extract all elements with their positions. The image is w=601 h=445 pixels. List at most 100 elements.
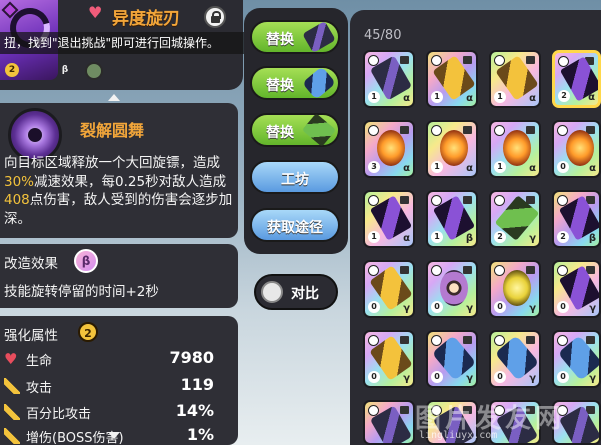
lock-icon — [400, 56, 409, 64]
slot-level: 1 — [494, 161, 506, 173]
element-type-icon — [431, 125, 442, 136]
action-column: 替换 替换 替换 工坊 获取途径 — [244, 8, 348, 254]
weapon-icon — [566, 130, 594, 166]
lock-icon — [526, 336, 535, 344]
slot-tier: γ — [466, 373, 473, 384]
slot-level: 0 — [431, 371, 443, 383]
inventory-slot[interactable]: 3α — [363, 120, 415, 178]
skill-desc-part: 点伤害，敌人受到的伤害会逐步加深。 — [4, 192, 233, 227]
element-type-icon — [431, 265, 442, 276]
obtain-label: 获取途径 — [267, 220, 323, 236]
inventory-slot[interactable]: 0γ — [489, 260, 541, 318]
slot-tier: γ — [466, 303, 473, 314]
slot-level: 1 — [494, 91, 506, 103]
modification-description: 技能旋转停留的时间+2秒 — [4, 284, 159, 300]
stat-row-hp: ♥ 生命 7980 — [4, 348, 214, 369]
slot-tier: α — [466, 93, 473, 104]
caret-up-icon — [108, 94, 120, 101]
inventory-slot[interactable]: 1α — [426, 120, 478, 178]
slot-level: 3 — [368, 161, 380, 173]
skill-description: 向目标区域释放一个大回旋镖，造成 30%减速效果，每0.25秒对敌人造成408点伤… — [4, 154, 236, 228]
weapon-title: 异度旋刃 — [112, 9, 180, 29]
slot-level: 0 — [557, 161, 569, 173]
lock-icon — [526, 266, 535, 274]
replace-label: 替换 — [266, 32, 294, 48]
replace-label: 替换 — [266, 78, 294, 94]
element-type-icon — [494, 125, 505, 136]
slot-tier: α — [529, 163, 536, 174]
inventory-slot[interactable]: 2β — [552, 190, 601, 248]
inventory-slot[interactable]: 1α — [489, 50, 541, 108]
lock-icon — [526, 56, 535, 64]
compare-toggle[interactable]: 对比 — [254, 274, 338, 310]
slot-level: 0 — [368, 301, 380, 313]
replace-button-3[interactable]: 替换 — [250, 113, 340, 147]
slot-level: 2 — [557, 231, 569, 243]
element-type-icon — [494, 195, 505, 206]
slot-level: 2 — [494, 231, 506, 243]
lock-icon — [586, 336, 595, 344]
skill-slow-value: 30% — [4, 173, 35, 190]
inventory-slot[interactable]: 0γ — [552, 330, 601, 388]
inventory-slot[interactable]: 2α — [552, 50, 601, 108]
weapon-icon — [301, 66, 337, 100]
stats-level-badge: 2 — [78, 322, 98, 342]
inventory-slot[interactable]: 0γ — [489, 330, 541, 388]
inventory-slot[interactable]: 0γ — [426, 260, 478, 318]
stat-row-attack-percent: 百分比攻击 14% — [4, 401, 214, 422]
replace-label: 替换 — [266, 125, 294, 141]
inventory-slot[interactable]: 0γ — [363, 330, 415, 388]
lock-button[interactable] — [204, 6, 226, 28]
skill-desc-part: 减速效果，每0.25秒对敌人造成 — [34, 173, 227, 190]
lock-icon — [463, 56, 472, 64]
replace-button-2[interactable]: 替换 — [250, 66, 340, 100]
slot-level: 0 — [557, 301, 569, 313]
workshop-button[interactable]: 工坊 — [250, 160, 340, 194]
element-type-icon — [557, 125, 568, 136]
inventory-slot[interactable]: 1α — [426, 50, 478, 108]
weapon-icon — [377, 130, 405, 166]
slot-level: 0 — [368, 371, 380, 383]
slot-tier: α — [589, 163, 596, 174]
inventory-slot[interactable]: 0α — [552, 120, 601, 178]
inventory-slot[interactable]: 0γ — [552, 260, 601, 318]
lock-icon — [400, 126, 409, 134]
slot-level: 0 — [494, 301, 506, 313]
slot-level: 0 — [557, 371, 569, 383]
toggle-knob[interactable] — [261, 281, 283, 303]
inventory-slot[interactable]: 1α — [363, 190, 415, 248]
replace-button-1[interactable]: 替换 — [250, 20, 340, 54]
scroll-down-icon[interactable] — [108, 432, 120, 439]
lock-icon — [463, 266, 472, 274]
slot-tier: β — [588, 233, 596, 244]
slot-tier: β — [465, 233, 473, 244]
slot-tier: γ — [529, 373, 536, 384]
modification-title: 改造效果 — [4, 256, 58, 272]
workshop-label: 工坊 — [281, 172, 309, 188]
slot-level: 1 — [368, 91, 380, 103]
stats-card: 强化属性 2 ♥ 生命 7980 攻击 119 百分比攻击 14% 增伤(BOS… — [0, 316, 238, 445]
sword-icon — [4, 404, 20, 420]
inventory-slot[interactable]: 0γ — [363, 260, 415, 318]
weapon-icon — [302, 20, 336, 54]
modification-tier-badge: β — [74, 249, 98, 273]
slot-tier: γ — [529, 233, 536, 244]
hint-banner: 扭，找到"退出挑战"即可进行回城操作。 — [0, 32, 250, 54]
sword-icon — [4, 428, 20, 444]
inventory-slot[interactable]: 1α — [363, 50, 415, 108]
slot-tier: γ — [589, 373, 596, 384]
inventory-slot[interactable]: 1α — [489, 120, 541, 178]
skill-damage-value: 408 — [4, 192, 30, 208]
weapon-icon — [503, 130, 531, 166]
slot-tier: γ — [529, 303, 536, 314]
obtain-button[interactable]: 获取途径 — [250, 208, 340, 242]
inventory-slot[interactable]: 1β — [426, 190, 478, 248]
slot-level: 1 — [368, 231, 380, 243]
stats-title: 强化属性 — [4, 328, 58, 344]
slot-tier: α — [466, 163, 473, 174]
slot-level: 1 — [431, 91, 443, 103]
inventory-slot[interactable]: 2γ — [489, 190, 541, 248]
weapon-icon — [503, 270, 531, 306]
inventory-slot[interactable]: 0γ — [426, 330, 478, 388]
stat-value: 7980 — [169, 348, 214, 367]
